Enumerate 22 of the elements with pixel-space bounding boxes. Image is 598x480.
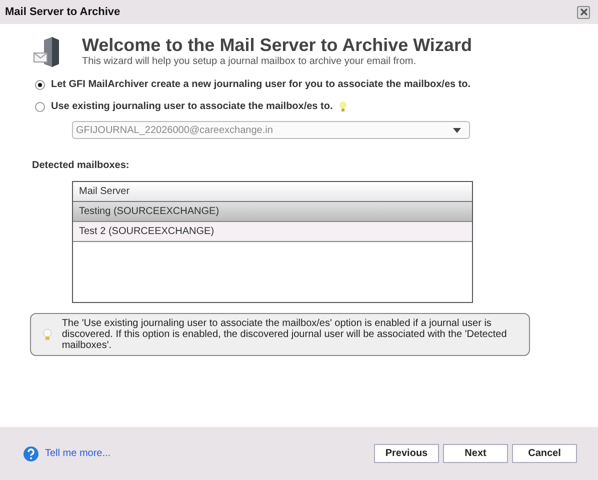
info-text: The 'Use existing journaling user to associate the mailbox/es' option is enabled if a journal user is discovered. If this option is enabled, the discovered journal user will be associated with the 'Detected mailboxes'. — [62, 318, 508, 351]
help-icon — [23, 446, 39, 462]
list-row[interactable]: Test 2 (SOURCEEXCHANGE) — [73, 222, 472, 242]
wizard-button[interactable]: Cancel — [512, 444, 577, 463]
radio-button[interactable] — [35, 102, 45, 112]
radio-button[interactable] — [35, 80, 45, 90]
caret-icon — [453, 128, 461, 132]
close-icon — [580, 8, 588, 16]
option-label[interactable]: Let GFI MailArchiver create a new journaling user for you to associate the mailbox/es to. — [51, 79, 471, 90]
lightbulb-icon — [338, 101, 347, 112]
list-row[interactable]: Testing (SOURCEEXCHANGE) — [73, 202, 472, 222]
server-icon — [32, 36, 62, 68]
wizard-title: Welcome to the Mail Server to Archive Wizard — [82, 34, 472, 56]
wizard-button[interactable]: Previous — [374, 444, 439, 463]
help-link[interactable]: Tell me more... — [45, 448, 111, 459]
wizard-subtitle: This wizard will help you setup a journal mailbox to archive your email from. — [82, 56, 418, 67]
window-title: Mail Server to Archive — [5, 6, 122, 18]
option-label[interactable]: Use existing journaling user to associate the mailbox/es to. — [51, 101, 333, 112]
wizard-button[interactable]: Next — [443, 444, 508, 463]
column-header[interactable]: Mail Server — [73, 182, 472, 202]
section-label: Detected mailboxes: — [32, 160, 130, 171]
close-button[interactable] — [577, 6, 590, 18]
